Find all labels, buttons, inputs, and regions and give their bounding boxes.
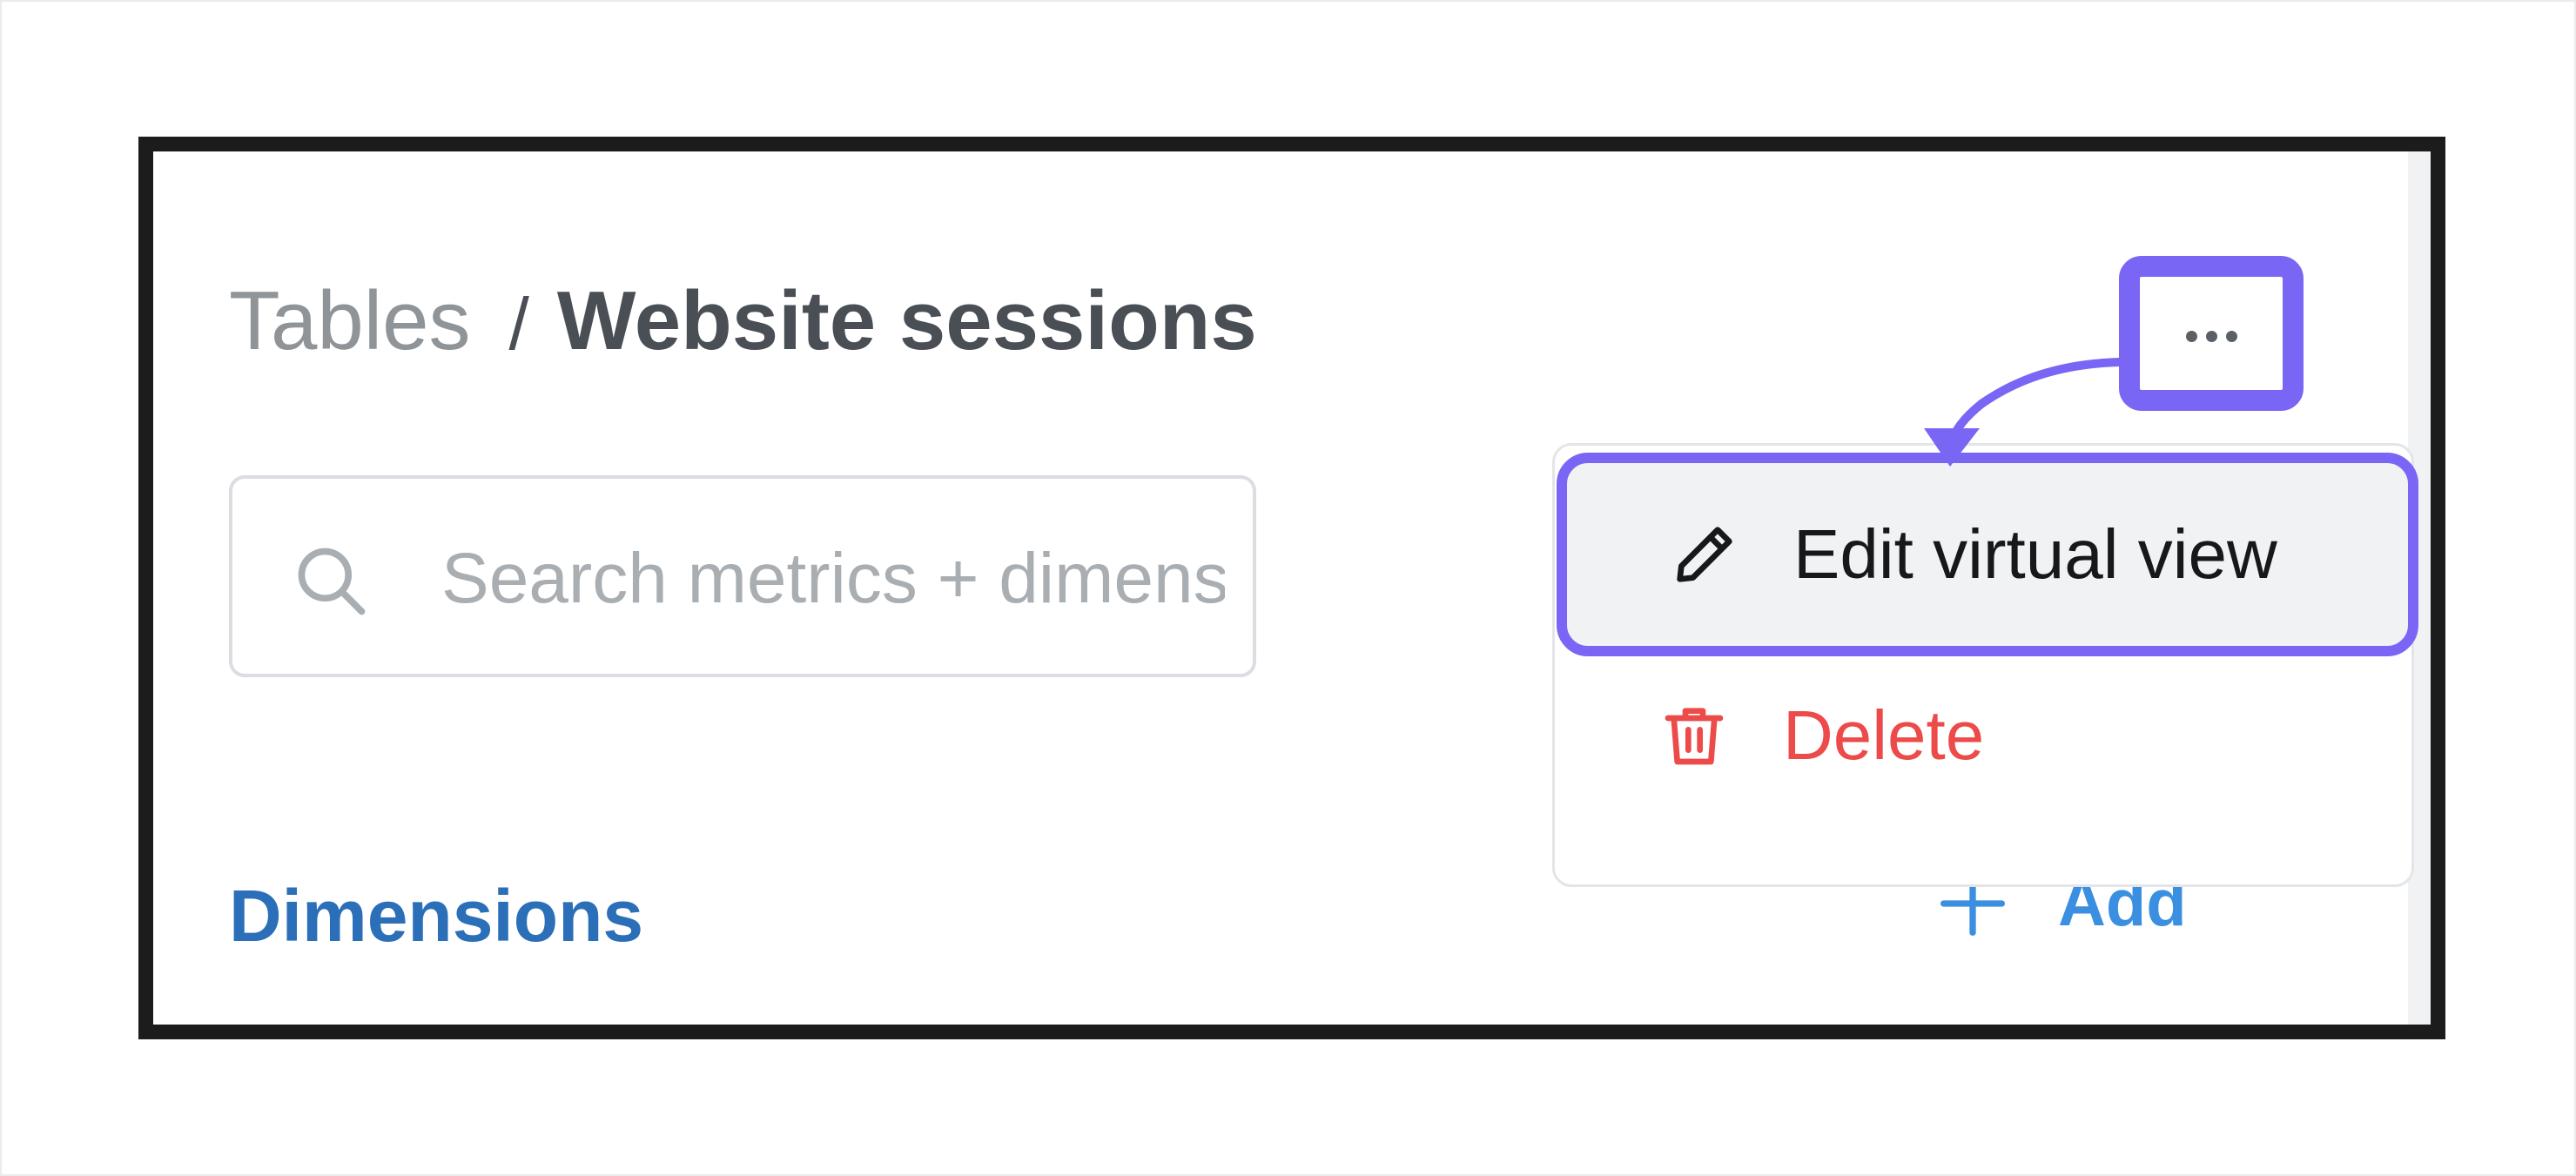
actions-dropdown-menu: Edit virtual view Delete	[1552, 443, 2418, 887]
search-input[interactable]	[441, 522, 1225, 635]
pencil-icon	[1677, 527, 1732, 582]
delete-label: Delete	[1783, 696, 1985, 774]
breadcrumb-tables-link[interactable]: Tables	[229, 273, 471, 369]
screenshot-stage: Tables / Website sessions Dimensions Add	[0, 0, 2576, 1176]
more-options-button[interactable]	[2119, 256, 2304, 411]
trash-icon	[1665, 708, 1724, 765]
search-field[interactable]	[229, 475, 1256, 677]
app-panel: Tables / Website sessions Dimensions Add	[138, 137, 2445, 1039]
breadcrumb-separator: /	[508, 283, 529, 365]
breadcrumb: Tables / Website sessions	[229, 273, 1257, 369]
search-icon	[298, 548, 366, 615]
edit-virtual-view-label: Edit virtual view	[1793, 515, 2277, 593]
delete-menu-item[interactable]: Delete	[1557, 670, 2410, 801]
edit-virtual-view-menu-item[interactable]: Edit virtual view	[1557, 453, 2418, 656]
page-title: Website sessions	[556, 274, 1257, 367]
more-horizontal-icon	[2185, 330, 2237, 342]
dimensions-heading: Dimensions	[229, 875, 644, 957]
